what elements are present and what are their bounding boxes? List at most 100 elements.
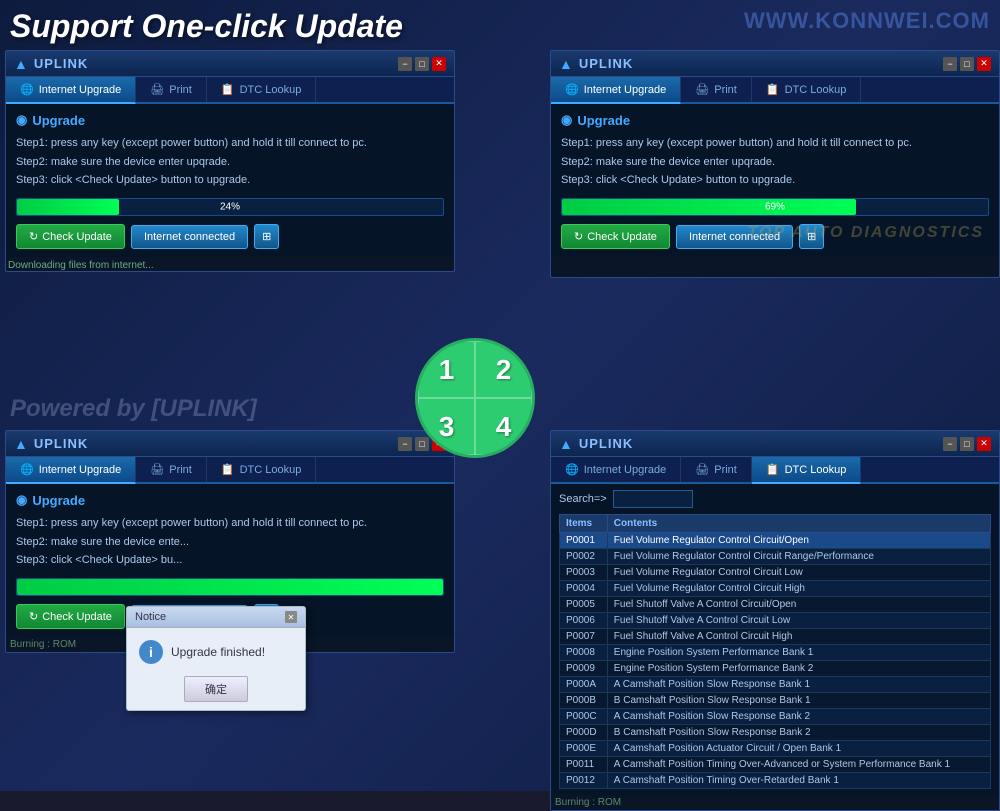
dtc-item-code: P0007: [560, 629, 608, 645]
table-row[interactable]: P0012A Camshaft Position Timing Over-Ret…: [560, 773, 991, 789]
search-row: Search=>: [559, 490, 991, 508]
internet-connected-button-1[interactable]: Internet connected: [131, 225, 248, 249]
tab-4-dtc-lookup[interactable]: 📋 DTC Lookup: [752, 457, 861, 484]
quadrant-grid: 1 2 3 4: [418, 341, 532, 455]
watermark: TOP AUTO DIAGNOSTICS: [748, 224, 984, 242]
dtc-icon-4: 📋: [766, 463, 780, 476]
dtc-item-code: P0003: [560, 565, 608, 581]
table-row[interactable]: P000DB Camshaft Position Slow Response B…: [560, 725, 991, 741]
table-row[interactable]: P0008Engine Position System Performance …: [560, 645, 991, 661]
table-row[interactable]: P0002Fuel Volume Regulator Control Circu…: [560, 549, 991, 565]
window-4-title: UPLINK: [579, 436, 633, 451]
status-4: Burning : ROM: [551, 795, 999, 810]
dtc-item-content: A Camshaft Position Actuator Circuit / O…: [607, 741, 990, 757]
dtc-item-content: A Camshaft Position Slow Response Bank 2: [607, 709, 990, 725]
table-row[interactable]: P0001Fuel Volume Regulator Control Circu…: [560, 533, 991, 549]
dtc-item-code: P0004: [560, 581, 608, 597]
print-icon: 🖨: [150, 83, 164, 96]
minimize-button-2[interactable]: −: [943, 57, 957, 71]
notice-dialog: Notice ✕ i Upgrade finished! 确定: [126, 606, 306, 711]
tab-3-internet-upgrade[interactable]: 🌐 Internet Upgrade: [6, 457, 136, 484]
maximize-button-4[interactable]: □: [960, 437, 974, 451]
window-3-tab-bar: 🌐 Internet Upgrade 🖨 Print 📋 DTC Lookup: [6, 457, 454, 484]
table-row[interactable]: P0004Fuel Volume Regulator Control Circu…: [560, 581, 991, 597]
table-row[interactable]: P000CA Camshaft Position Slow Response B…: [560, 709, 991, 725]
check-update-button-3[interactable]: ↻ Check Update: [16, 604, 125, 629]
window-1-content: ◉ Upgrade Step1: press any key (except p…: [6, 104, 454, 257]
tab-4-internet-upgrade[interactable]: 🌐 Internet Upgrade: [551, 457, 681, 482]
tab-1-dtc-lookup[interactable]: 📋 DTC Lookup: [207, 77, 316, 102]
check-update-button-1[interactable]: ↻ Check Update: [16, 224, 125, 249]
uplink-icon-3: ▲: [14, 436, 28, 452]
upgrade-steps-1: Step1: press any key (except power butto…: [16, 134, 444, 190]
print-icon-3: 🖨: [150, 463, 164, 476]
upgrade-label-3: ◉ Upgrade: [16, 492, 444, 508]
close-button-1[interactable]: ✕: [432, 57, 446, 71]
upgrade-label-1: ◉ Upgrade: [16, 112, 444, 128]
tab-3-dtc-lookup[interactable]: 📋 DTC Lookup: [207, 457, 316, 482]
table-row[interactable]: P000EA Camshaft Position Actuator Circui…: [560, 741, 991, 757]
globe-icon-2: 🌐: [565, 83, 579, 96]
window-1-tab-bar: 🌐 Internet Upgrade 🖨 Print 📋 DTC Lookup: [6, 77, 454, 104]
dtc-item-code: P0006: [560, 613, 608, 629]
dtc-item-code: P000D: [560, 725, 608, 741]
tab-4-print[interactable]: 🖨 Print: [681, 457, 752, 482]
uplink-icon-1: ▲: [14, 56, 28, 72]
uplink-icon-4: ▲: [559, 436, 573, 452]
table-row[interactable]: P0007Fuel Shutoff Valve A Control Circui…: [560, 629, 991, 645]
close-button-2[interactable]: ✕: [977, 57, 991, 71]
screen-icon-button-1[interactable]: ⊞: [254, 224, 279, 249]
dtc-item-content: Fuel Volume Regulator Control Circuit/Op…: [607, 533, 990, 549]
tab-2-internet-upgrade[interactable]: 🌐 Internet Upgrade: [551, 77, 681, 104]
circle-icon-3: ◉: [16, 492, 27, 508]
check-update-button-2[interactable]: ↻ Check Update: [561, 224, 670, 249]
table-row[interactable]: P000BB Camshaft Position Slow Response B…: [560, 693, 991, 709]
dtc-item-code: P0008: [560, 645, 608, 661]
minimize-button-4[interactable]: −: [943, 437, 957, 451]
circle-icon-2: ◉: [561, 112, 572, 128]
button-row-1: ↻ Check Update Internet connected ⊞: [16, 224, 444, 249]
minimize-button-1[interactable]: −: [398, 57, 412, 71]
table-row[interactable]: P0005Fuel Shutoff Valve A Control Circui…: [560, 597, 991, 613]
table-row[interactable]: P0009Engine Position System Performance …: [560, 661, 991, 677]
table-row[interactable]: P0006Fuel Shutoff Valve A Control Circui…: [560, 613, 991, 629]
dtc-item-content: A Camshaft Position Timing Over-Retarded…: [607, 773, 990, 789]
dtc-item-content: Fuel Shutoff Valve A Control Circuit Low: [607, 613, 990, 629]
progress-fill-3: [17, 579, 443, 595]
window-2-tab-bar: 🌐 Internet Upgrade 🖨 Print 📋 DTC Lookup: [551, 77, 999, 104]
col-header-contents: Contents: [607, 515, 990, 533]
upgrade-steps-2: Step1: press any key (except power butto…: [561, 134, 989, 190]
table-row[interactable]: P0011A Camshaft Position Timing Over-Adv…: [560, 757, 991, 773]
dtc-item-code: P0002: [560, 549, 608, 565]
window-1-titlebar: ▲ UPLINK − □ ✕: [6, 51, 454, 77]
table-row[interactable]: P000AA Camshaft Position Slow Response B…: [560, 677, 991, 693]
refresh-icon-2: ↻: [574, 230, 583, 243]
status-1: Downloading files from internet...: [6, 257, 454, 271]
notice-ok-button[interactable]: 确定: [184, 676, 248, 702]
dtc-item-code: P000E: [560, 741, 608, 757]
close-button-4[interactable]: ✕: [977, 437, 991, 451]
search-input[interactable]: [613, 490, 693, 508]
tab-1-internet-upgrade[interactable]: 🌐 Internet Upgrade: [6, 77, 136, 104]
progress-bar-1: 24%: [16, 198, 444, 216]
tab-3-print[interactable]: 🖨 Print: [136, 457, 207, 482]
minimize-button-3[interactable]: −: [398, 437, 412, 451]
dtc-item-content: Fuel Volume Regulator Control Circuit Ra…: [607, 549, 990, 565]
tab-2-print[interactable]: 🖨 Print: [681, 77, 752, 102]
spacer-2: [551, 257, 999, 277]
dtc-item-content: B Camshaft Position Slow Response Bank 2: [607, 725, 990, 741]
window-1-controls: − □ ✕: [398, 57, 446, 71]
progress-text-2: 69%: [765, 202, 785, 213]
tab-1-print[interactable]: 🖨 Print: [136, 77, 207, 102]
table-row[interactable]: P0003Fuel Volume Regulator Control Circu…: [560, 565, 991, 581]
dtc-item-content: A Camshaft Position Slow Response Bank 1: [607, 677, 990, 693]
maximize-button-1[interactable]: □: [415, 57, 429, 71]
maximize-button-2[interactable]: □: [960, 57, 974, 71]
circle-icon-1: ◉: [16, 112, 27, 128]
dtc-item-content: B Camshaft Position Slow Response Bank 1: [607, 693, 990, 709]
print-icon-2: 🖨: [695, 83, 709, 96]
tab-2-dtc-lookup[interactable]: 📋 DTC Lookup: [752, 77, 861, 102]
maximize-button-3[interactable]: □: [415, 437, 429, 451]
notice-close[interactable]: ✕: [285, 611, 297, 623]
upgrade-label-2: ◉ Upgrade: [561, 112, 989, 128]
